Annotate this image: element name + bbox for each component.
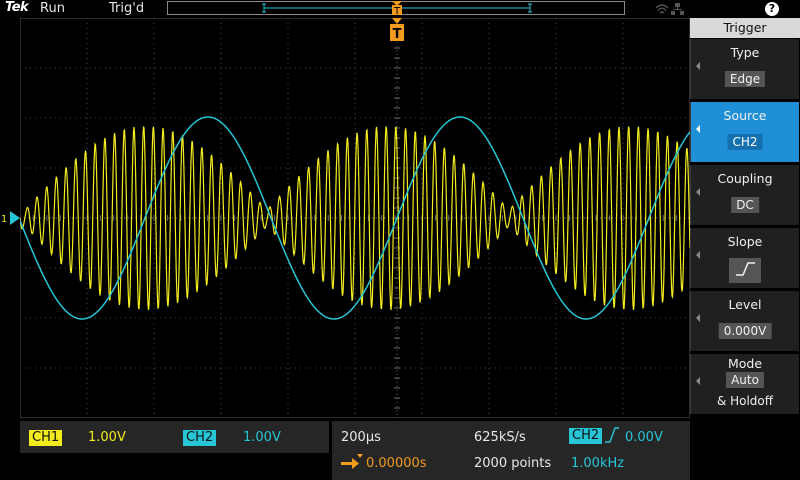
horizontal-delay: 0.00000s (366, 456, 427, 471)
ethernet-icon (671, 3, 684, 15)
trigger-source-button[interactable]: Source CH2 (690, 102, 799, 162)
trigger-slope-button[interactable]: Slope (690, 228, 799, 288)
side-menu-title: Trigger (690, 18, 800, 38)
trigger-coupling-button[interactable]: Coupling DC (690, 165, 799, 225)
menu-sub-label: & Holdoff (716, 394, 774, 408)
trigger-state: Trig'd (109, 1, 145, 16)
trigger-marker-label: T (393, 27, 402, 42)
rising-edge-icon (604, 426, 620, 448)
menu-label: Slope (727, 234, 763, 249)
trigger-level-readout: 0.00V (625, 430, 663, 445)
waveform-display[interactable]: T (19, 17, 691, 419)
graticule-grid: T (19, 17, 691, 419)
menu-value: CH2 (727, 134, 763, 150)
trigger-frequency: 1.00kHz (571, 456, 625, 471)
record-view-window: T (262, 1, 532, 15)
readout-spacer (690, 450, 800, 480)
trigger-source-badge: CH2 (569, 428, 603, 444)
ch1-badge[interactable]: CH1 (29, 430, 63, 446)
record-view-bar[interactable]: T (167, 1, 625, 15)
menu-value: Edge (724, 71, 766, 87)
network-status-icons (655, 2, 687, 16)
ch1-marker-label: 1 (1, 214, 7, 225)
chevron-left-icon (696, 251, 700, 259)
chevron-left-icon (696, 314, 700, 322)
top-status-bar: Tek Run Trig'd T (0, 0, 690, 18)
horizontal-trigger-readouts[interactable]: 200µs 625kS/s CH2 0.00V 0.00000s 2000 po… (332, 421, 690, 480)
ch1-ground-marker[interactable]: 1 (0, 211, 20, 225)
menu-value: 0.000V (718, 323, 772, 339)
menu-value: Auto (726, 372, 764, 388)
trigger-position-icon: T (392, 1, 402, 15)
ch2-badge[interactable]: CH2 (183, 430, 217, 446)
rising-edge-icon (729, 258, 761, 283)
trigger-level-button[interactable]: Level 0.000V (690, 291, 799, 351)
menu-label: Source (723, 108, 767, 123)
menu-label: Mode (727, 356, 763, 371)
chevron-left-icon (696, 377, 700, 385)
svg-text:T: T (393, 6, 401, 15)
ch1-scale: 1.00V (88, 430, 126, 445)
menu-label: Level (728, 297, 762, 312)
help-button[interactable]: ? (765, 2, 779, 16)
menu-label: Type (730, 45, 760, 60)
delay-arrow-icon (341, 454, 365, 474)
menu-label: Coupling (717, 171, 773, 186)
channel-readouts[interactable]: CH1 1.00V CH2 1.00V (20, 421, 329, 453)
chevron-left-icon (696, 125, 700, 133)
record-length: 2000 points (474, 456, 552, 471)
trigger-mode-button[interactable]: Mode Auto & Holdoff (690, 354, 799, 414)
sample-rate: 625kS/s (474, 430, 526, 445)
time-per-div: 200µs (341, 430, 381, 445)
trigger-type-button[interactable]: Type Edge (690, 39, 799, 99)
chevron-left-icon (696, 62, 700, 70)
brand-logo: Tek (5, 0, 29, 15)
menu-value: DC (731, 197, 759, 213)
ch2-scale: 1.00V (243, 430, 281, 445)
wifi-icon (655, 4, 669, 14)
chevron-left-icon (696, 188, 700, 196)
acquisition-state[interactable]: Run (40, 1, 65, 16)
